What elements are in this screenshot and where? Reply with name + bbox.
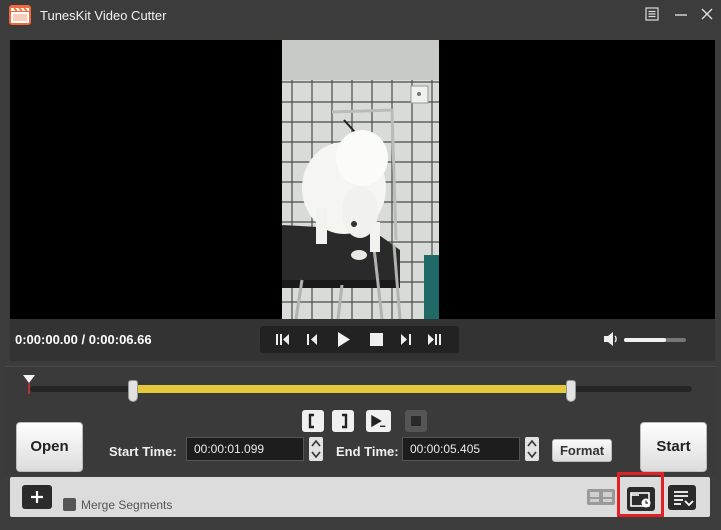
task-list-icon[interactable] (668, 485, 696, 510)
video-frame-image (282, 40, 439, 319)
volume-icon[interactable] (602, 331, 620, 347)
start-time-input[interactable] (186, 437, 304, 461)
open-button[interactable]: Open (16, 422, 83, 472)
player-control-bar: 0:00:00.00 / 0:00:06.66 (10, 319, 715, 361)
start-time-label: Start Time: (109, 444, 177, 459)
skip-to-start-icon[interactable] (272, 329, 294, 350)
selected-segment (135, 385, 575, 393)
start-time-stepper[interactable] (309, 437, 323, 461)
set-start-bracket-icon[interactable] (302, 410, 324, 432)
volume-slider[interactable] (624, 338, 686, 342)
end-time-label: End Time: (336, 444, 399, 459)
stop-icon[interactable] (365, 329, 387, 350)
video-frame (282, 40, 439, 319)
merge-segments-checkbox[interactable] (63, 498, 76, 511)
film-clapper-icon (9, 5, 31, 25)
start-handle[interactable] (128, 380, 138, 402)
stop-preview-icon[interactable] (405, 410, 427, 432)
set-end-bracket-icon[interactable] (332, 410, 354, 432)
cut-editor-panel: Open Start Time: End Time: Format Start (5, 366, 716, 475)
skip-to-end-icon[interactable] (423, 329, 445, 350)
time-readout: 0:00:00.00 / 0:00:06.66 (15, 332, 152, 347)
plus-icon[interactable] (22, 485, 52, 509)
close-icon[interactable] (696, 3, 718, 25)
format-button[interactable]: Format (552, 439, 612, 462)
window-title: TunesKit Video Cutter (40, 8, 167, 23)
end-time-input[interactable] (402, 437, 520, 461)
segment-bar: Merge Segments (10, 472, 710, 517)
step-forward-icon[interactable] (395, 329, 417, 350)
play-icon[interactable] (332, 329, 354, 350)
end-time-stepper[interactable] (525, 437, 539, 461)
end-handle[interactable] (566, 380, 576, 402)
merge-segments-label: Merge Segments (81, 498, 173, 512)
volume-level (624, 338, 667, 342)
highlight-box (617, 472, 664, 517)
step-back-icon[interactable] (301, 329, 323, 350)
minimize-icon[interactable] (670, 3, 692, 25)
menu-list-icon[interactable] (641, 3, 663, 25)
start-button[interactable]: Start (640, 422, 707, 472)
segments-edit-icon[interactable] (586, 486, 616, 508)
preview-segment-icon[interactable] (366, 410, 391, 432)
video-preview[interactable] (10, 40, 715, 319)
transport-controls (260, 326, 459, 353)
title-bar: TunesKit Video Cutter (0, 0, 721, 30)
